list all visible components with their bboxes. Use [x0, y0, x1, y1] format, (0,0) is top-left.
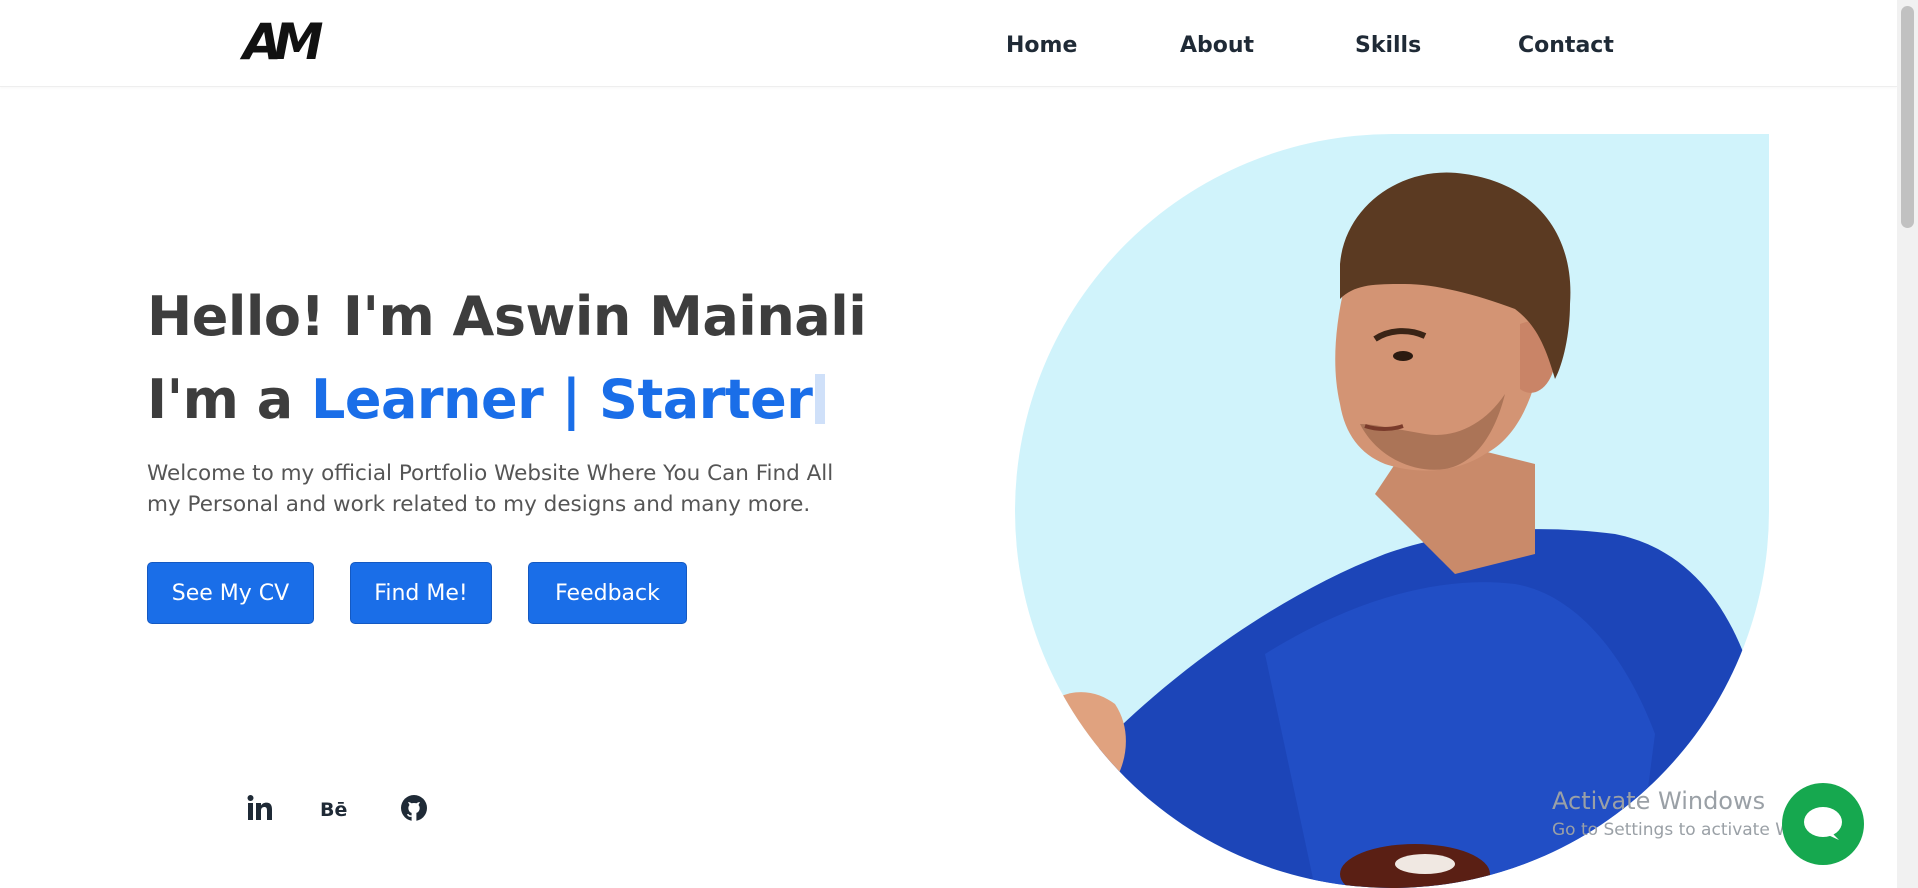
svg-text:Bē: Bē — [320, 799, 347, 820]
activate-windows-title: Activate Windows — [1552, 787, 1766, 815]
chat-bubble-icon — [1804, 807, 1842, 840]
scrollbar-thumb[interactable] — [1901, 6, 1914, 228]
find-me-button[interactable]: Find Me! — [350, 562, 492, 624]
hero-description: Welcome to my official Portfolio Website… — [147, 461, 834, 517]
see-my-cv-button[interactable]: See My CV — [147, 562, 314, 624]
main-nav: Home About Skills Contact — [0, 33, 1897, 63]
behance-icon[interactable]: Bē — [318, 790, 354, 826]
role-prefix: I'm a — [147, 368, 311, 431]
nav-home[interactable]: Home — [1006, 33, 1077, 58]
nav-contact[interactable]: Contact — [1518, 33, 1614, 58]
nav-about[interactable]: About — [1180, 33, 1254, 58]
hero-role-line: I'm a Learner | Starter — [147, 368, 826, 431]
site-header: AM Home About Skills Contact — [0, 0, 1897, 87]
nav-skills[interactable]: Skills — [1355, 33, 1421, 58]
profile-portrait — [1015, 134, 1769, 888]
feedback-button[interactable]: Feedback — [528, 562, 687, 624]
linkedin-icon[interactable] — [242, 790, 278, 826]
page-scrollbar[interactable] — [1897, 0, 1918, 888]
chat-button[interactable] — [1782, 783, 1864, 865]
role-typed-words: Learner | Starter — [310, 368, 813, 431]
typing-cursor — [815, 374, 826, 424]
hero-greeting: Hello! I'm Aswin Mainali — [147, 285, 867, 348]
github-icon[interactable] — [396, 790, 432, 826]
